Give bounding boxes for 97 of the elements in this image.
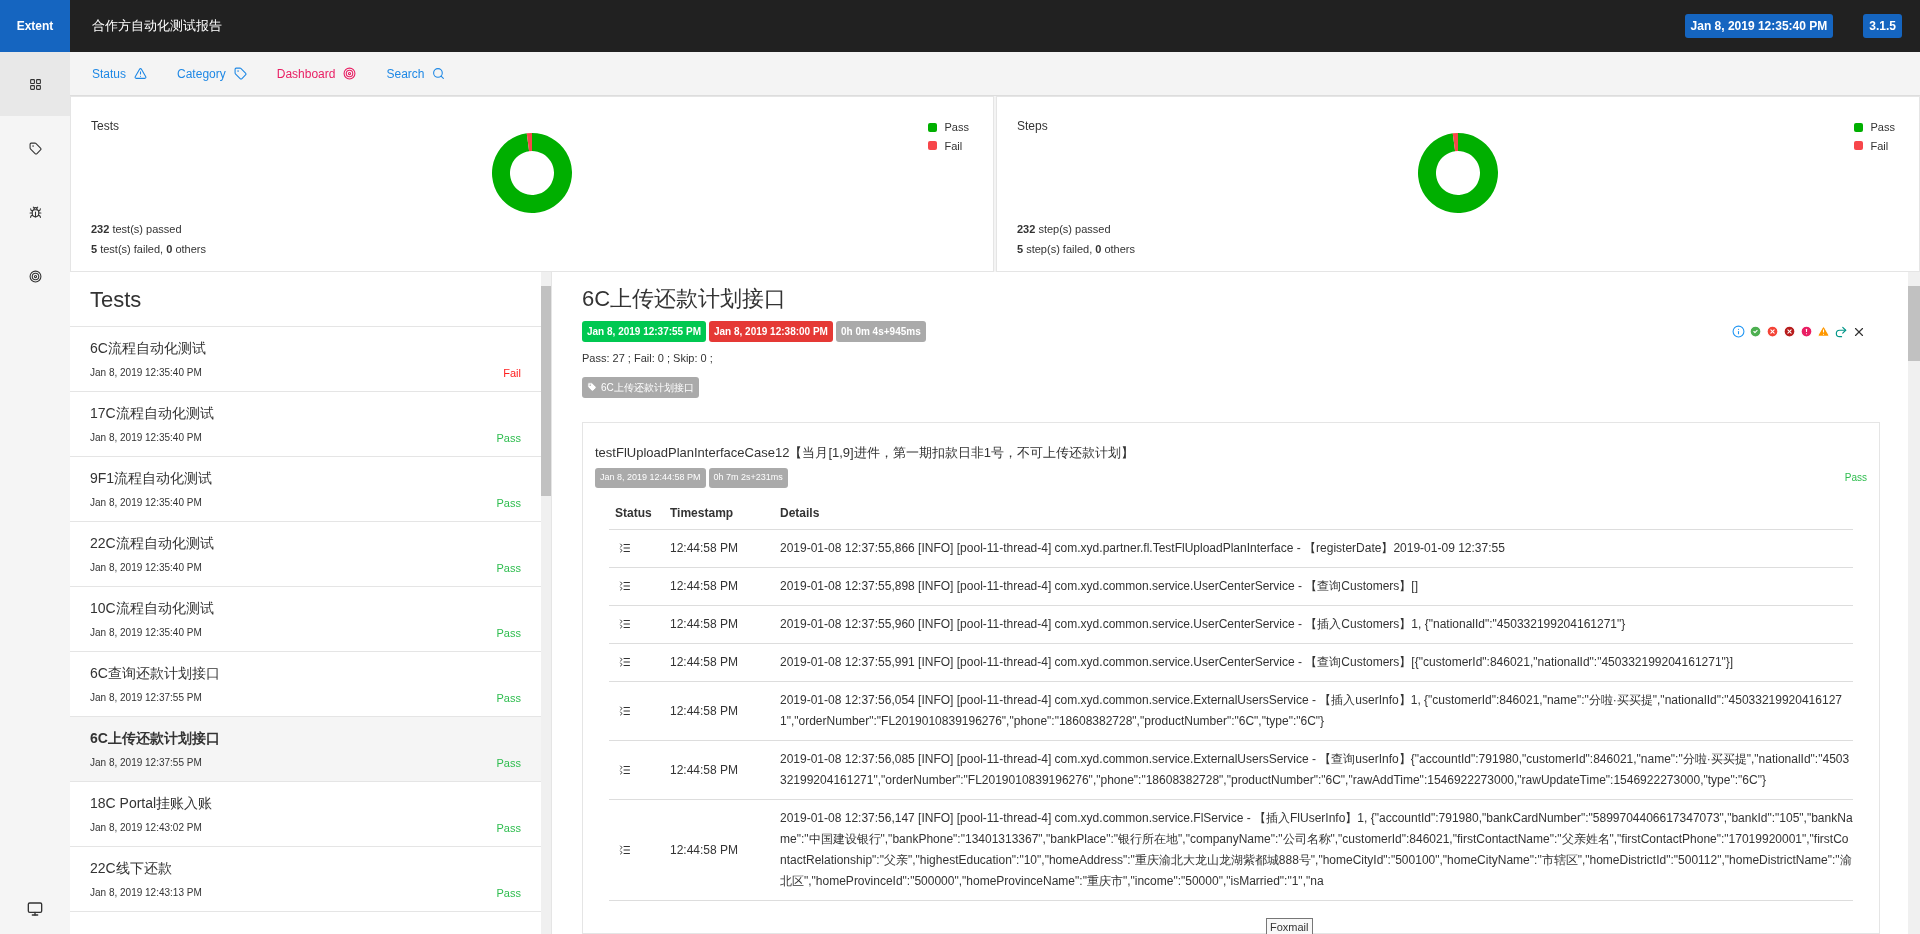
bug-icon bbox=[28, 205, 42, 219]
brand-logo[interactable]: Extent bbox=[0, 0, 70, 52]
header-badge: Jan 8, 2019 12:35:40 PM bbox=[1684, 14, 1834, 38]
timestamp-cell-text: 12:44:58 PM bbox=[670, 702, 740, 720]
summary-text: 232 test(s) passed bbox=[91, 222, 183, 237]
details-cell-text: 2019-01-08 12:37:55,898 [INFO] [pool-11-thread-4] com.xyd.common.service.UserCenterService - 【查询Customers】[] bbox=[780, 577, 1420, 595]
test-status: Pass bbox=[496, 625, 521, 641]
column-header: Status bbox=[614, 505, 653, 522]
column-header: Details bbox=[780, 505, 821, 522]
details-cell-text: 2019-01-08 12:37:55,991 [INFO] [pool-11-thread-4] com.xyd.common.service.UserCenterService - 【查询Customers】[{"customerId":846021,"nationalId":"450332199204161271"}] bbox=[780, 653, 1735, 671]
check-icon[interactable] bbox=[1749, 325, 1762, 338]
test-status: Pass bbox=[496, 430, 521, 446]
test-status: Pass bbox=[496, 560, 521, 576]
timestamp-cell-text: 12:44:58 PM bbox=[670, 654, 740, 671]
time-badge: 0h 7m 2s+231ms bbox=[708, 468, 788, 488]
node-status: Pass bbox=[1844, 471, 1867, 486]
test-time: Jan 8, 2019 12:35:40 PM bbox=[90, 626, 203, 640]
details-cell-text: 2019-01-08 12:37:56,085 [INFO] [pool-11-thread-4] com.xyd.common.service.ExternalUsersService - 【查询userInfo】{"accountId":791980,"customerId":846021,"name":"分啦·买买提","nationalId":"450332199204161271","orderNumber":"FL2019010839196276","phone":"18608382728","productNumber":"6C","rawAddTime":1546922273000,"rawUpdateTime":1546922273000,"type":"6C"} bbox=[780, 750, 1851, 789]
test-list-item[interactable]: 6C上传还款计划接口 Jan 8, 2019 12:37:55 PM Pass bbox=[70, 717, 541, 782]
node-title: testFlUploadPlanInterfaceCase12【当月[1,9]进件，第一期扣款日非1号，不可上传还款计划】 bbox=[595, 443, 1135, 462]
info-icon[interactable] bbox=[1732, 325, 1745, 338]
alert-icon[interactable] bbox=[1800, 325, 1813, 338]
time-badge: Jan 8, 2019 12:37:55 PM bbox=[582, 321, 706, 342]
test-status: Pass bbox=[496, 690, 521, 706]
timestamp-cell-text: 12:44:58 PM bbox=[670, 578, 740, 595]
log-icon bbox=[619, 656, 631, 668]
test-time: Jan 8, 2019 12:35:40 PM bbox=[90, 496, 203, 510]
legend-label: Fail bbox=[944, 138, 963, 154]
log-icon bbox=[619, 704, 631, 717]
timestamp-cell-text: 12:44:58 PM bbox=[670, 616, 740, 633]
redo-icon[interactable] bbox=[1834, 324, 1848, 339]
tooltip: Foxmail bbox=[1266, 918, 1313, 934]
details-cell-text: 2019-01-08 12:37:56,147 [INFO] [pool-11-thread-4] com.xyd.common.service.FlService - 【插入FlUserInfo】1, {"accountId":791980,"bankCardNumber":"5899704406617347073","bankId":"105","bankName":"中国建设银行","bankPhone":"13401313367","bankPlace":"银行所在地","companyName":"公司名称","customerId":846021,"firstContactName":"父亲姓名","firstContactPhone":"17019920001","firstContactRelationship":"父亲","highestEducation":"10","homeAddress":"重庆渝北大龙山龙湖紫都城888号","homeCityId":"500100","homeCityName":"市辖区","homeDistrictId":"500112","homeDistrictName":"渝北区","homeProvinceId":"500000","homeProvinceName":"重庆市","income":"50000","isMarried":"1","na bbox=[780, 809, 1853, 890]
legend-label: Pass bbox=[1870, 120, 1895, 135]
tag-icon bbox=[28, 141, 42, 155]
test-status: Pass bbox=[496, 885, 521, 901]
legend-label: Pass bbox=[944, 120, 969, 135]
test-name: 6C查询还款计划接口 bbox=[90, 664, 221, 683]
test-status: Fail bbox=[503, 365, 521, 381]
target-icon bbox=[343, 67, 357, 80]
card-title: Steps bbox=[1017, 118, 1048, 135]
details-cell-text: 2019-01-08 12:37:55,960 [INFO] [pool-11-thread-4] com.xyd.common.service.UserCenterService - 【插入Customers】1, {"nationalId":"450332199204161271"} bbox=[780, 615, 1627, 633]
warning-icon[interactable] bbox=[1817, 325, 1830, 338]
test-time: Jan 8, 2019 12:35:40 PM bbox=[90, 431, 203, 445]
summary-text: 232 step(s) passed bbox=[1017, 222, 1112, 237]
time-badge: Jan 8, 2019 12:38:00 PM bbox=[708, 321, 833, 342]
dashboard-icon bbox=[28, 77, 42, 91]
test-name: 17C流程自动化测试 bbox=[90, 404, 215, 423]
log-icon bbox=[619, 843, 631, 856]
search-icon bbox=[432, 67, 446, 80]
log-icon bbox=[619, 618, 631, 630]
tests-heading: Tests bbox=[90, 285, 142, 314]
target-icon bbox=[28, 269, 42, 283]
test-name: 9F1流程自动化测试 bbox=[90, 469, 214, 488]
report-title: 合作方自动化测试报告 bbox=[92, 17, 222, 36]
log-icon bbox=[619, 580, 631, 592]
scrollbar[interactable] bbox=[541, 272, 551, 934]
card-title: Tests bbox=[91, 118, 119, 135]
test-time: Jan 8, 2019 12:43:13 PM bbox=[90, 886, 203, 900]
scrollbar[interactable] bbox=[1908, 272, 1920, 934]
test-time: Jan 8, 2019 12:35:40 PM bbox=[90, 366, 203, 380]
timestamp-cell-text: 12:44:58 PM bbox=[670, 761, 740, 779]
category-badge: 6C上传还款计划接口 bbox=[582, 376, 699, 398]
time-badge: 0h 0m 4s+945ms bbox=[835, 321, 926, 342]
legend-label: Fail bbox=[1870, 138, 1889, 154]
close-circle-icon[interactable] bbox=[1783, 325, 1796, 338]
log-icon bbox=[619, 763, 631, 776]
test-time: Jan 8, 2019 12:37:55 PM bbox=[90, 691, 203, 705]
monitor-icon[interactable] bbox=[27, 901, 43, 917]
close-circle-icon[interactable] bbox=[1766, 325, 1779, 338]
warning-icon bbox=[134, 67, 148, 80]
summary-text: 5 test(s) failed, 0 others bbox=[91, 241, 207, 257]
details-cell-text: 2019-01-08 12:37:56,054 [INFO] [pool-11-thread-4] com.xyd.common.service.ExternalUsersService - 【插入userInfo】1, {"customerId":846021,"name":"分啦·买买提","nationalId":"450332199204161271","orderNumber":"FL2019010839196276","phone":"18608382728","productNumber":"6C","type":"6C"} bbox=[780, 691, 1843, 730]
step-counts: Pass: 27 ; Fail: 0 ; Skip: 0 ; bbox=[582, 351, 714, 366]
timestamp-cell-text: 12:44:58 PM bbox=[670, 841, 740, 859]
test-name: 6C上传还款计划接口 bbox=[90, 729, 221, 748]
details-cell-text: 2019-01-08 12:37:55,866 [INFO] [pool-11-thread-4] com.xyd.partner.fl.TestFlUploadPlanInterface - 【registerDate】2019-01-09 12:37:55 bbox=[780, 539, 1506, 557]
test-name: 10C流程自动化测试 bbox=[90, 599, 215, 618]
summary-text: 5 step(s) failed, 0 others bbox=[1017, 241, 1137, 257]
test-name: 18C Portal挂账入账 bbox=[90, 794, 214, 813]
time-badge: Jan 8, 2019 12:44:58 PM bbox=[595, 468, 706, 488]
test-time: Jan 8, 2019 12:43:02 PM bbox=[90, 821, 203, 835]
test-name: 6C流程自动化测试 bbox=[90, 339, 207, 358]
test-time: Jan 8, 2019 12:35:40 PM bbox=[90, 561, 203, 575]
test-status: Pass bbox=[496, 820, 521, 836]
test-name: 22C线下还款 bbox=[90, 859, 173, 878]
test-status: Pass bbox=[496, 495, 521, 511]
column-header: Timestamp bbox=[670, 505, 735, 522]
header-badge: 3.1.5 bbox=[1863, 14, 1902, 38]
test-time: Jan 8, 2019 12:37:55 PM bbox=[90, 756, 203, 770]
tag-icon bbox=[233, 67, 247, 80]
timestamp-cell-text: 12:44:58 PM bbox=[670, 540, 740, 557]
nav-tab[interactable]: Dashboard bbox=[276, 64, 357, 83]
test-name: 22C流程自动化测试 bbox=[90, 534, 215, 553]
test-status: Pass bbox=[496, 755, 521, 771]
test-title: 6C上传还款计划接口 bbox=[582, 285, 788, 313]
log-icon bbox=[619, 542, 631, 554]
